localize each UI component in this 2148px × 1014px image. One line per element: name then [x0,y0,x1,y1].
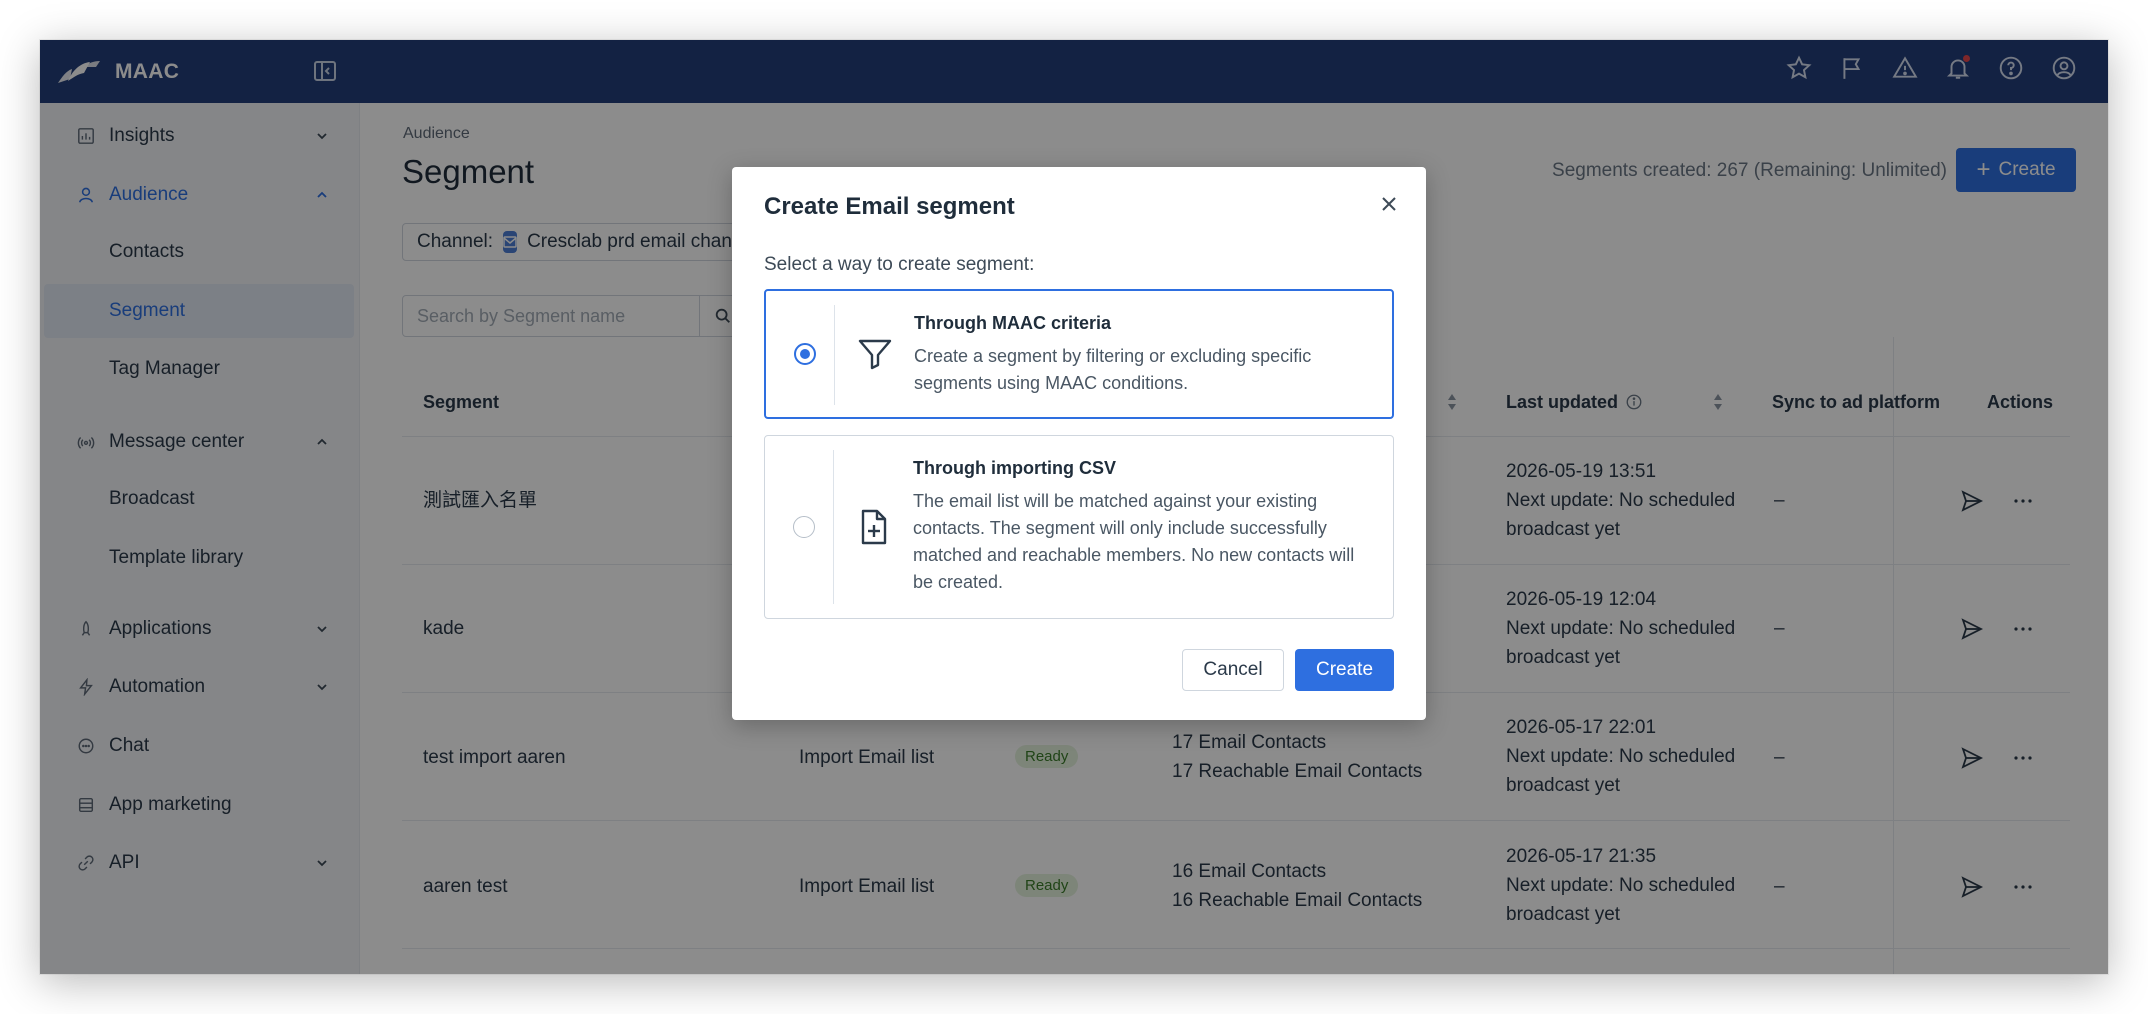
close-icon[interactable] [1378,193,1400,215]
option-description: Create a segment by filtering or excludi… [914,346,1312,393]
cancel-button[interactable]: Cancel [1182,649,1284,691]
file-plus-icon [861,509,887,545]
option-title: Through importing CSV [913,458,1116,478]
create-button[interactable]: Create [1295,649,1394,691]
radio-button[interactable] [793,516,815,538]
option-import-csv[interactable]: Through importing CSV The email list wil… [764,435,1394,619]
option-description: The email list will be matched against y… [913,491,1355,592]
funnel-icon [858,339,892,370]
radio-button[interactable] [794,343,816,365]
app-window: MAAC Insights Audience Contacts Segment … [40,40,2108,974]
option-title: Through MAAC criteria [914,313,1112,333]
dialog-title: Create Email segment [764,193,1015,220]
option-maac-criteria[interactable]: Through MAAC criteria Create a segment b… [764,289,1394,419]
create-email-segment-dialog: Create Email segment Select a way to cre… [732,167,1426,720]
dialog-subtitle: Select a way to create segment: [764,254,1035,275]
option-divider [833,450,834,604]
option-divider [834,305,835,405]
